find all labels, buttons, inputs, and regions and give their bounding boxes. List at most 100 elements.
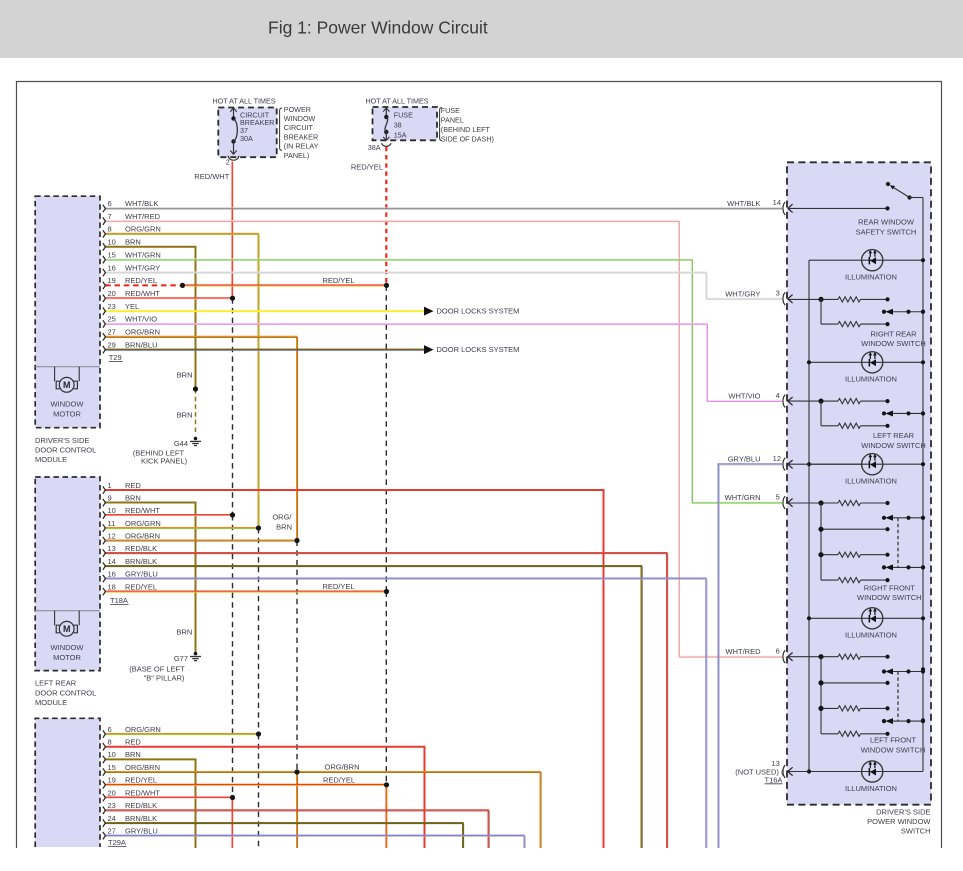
svg-text:14: 14 bbox=[773, 198, 781, 207]
svg-text:9: 9 bbox=[108, 493, 112, 502]
svg-text:T18A: T18A bbox=[110, 596, 128, 605]
svg-text:23: 23 bbox=[108, 801, 116, 810]
svg-text:SAFETY SWITCH: SAFETY SWITCH bbox=[856, 228, 917, 237]
svg-text:WHT/GRY: WHT/GRY bbox=[125, 263, 160, 272]
svg-text:RED/YEL: RED/YEL bbox=[351, 163, 383, 172]
svg-text:WINDOW: WINDOW bbox=[51, 400, 85, 409]
svg-text:15: 15 bbox=[108, 763, 116, 772]
svg-text:RED/YEL: RED/YEL bbox=[322, 276, 354, 285]
svg-text:ORG/GRN: ORG/GRN bbox=[125, 225, 161, 234]
svg-text:3: 3 bbox=[776, 289, 780, 298]
svg-text:KICK PANEL): KICK PANEL) bbox=[141, 456, 188, 465]
svg-text:G77: G77 bbox=[174, 654, 188, 663]
svg-text:GRY/BLU: GRY/BLU bbox=[125, 826, 158, 835]
svg-text:10: 10 bbox=[108, 238, 116, 247]
svg-text:HOT AT ALL TIMES: HOT AT ALL TIMES bbox=[365, 96, 428, 105]
svg-text:ILLUMINATION: ILLUMINATION bbox=[845, 631, 897, 640]
svg-text:15A: 15A bbox=[394, 131, 407, 140]
svg-text:RED/YEL: RED/YEL bbox=[125, 276, 157, 285]
svg-text:BRN: BRN bbox=[177, 371, 193, 380]
svg-text:RED/WHT: RED/WHT bbox=[125, 289, 160, 298]
svg-text:BRN: BRN bbox=[177, 411, 193, 420]
svg-text:LEFT REAR: LEFT REAR bbox=[873, 431, 915, 440]
svg-text:(BEHIND LEFT: (BEHIND LEFT bbox=[441, 125, 491, 134]
svg-text:(BASE OF LEFT: (BASE OF LEFT bbox=[129, 664, 185, 673]
svg-text:SIDE OF DASH): SIDE OF DASH) bbox=[441, 135, 494, 144]
svg-text:FUSE: FUSE bbox=[394, 111, 413, 120]
svg-text:LEFT FRONT: LEFT FRONT bbox=[870, 736, 917, 745]
svg-text:DOOR CONTROL: DOOR CONTROL bbox=[35, 446, 96, 455]
svg-text:BRN: BRN bbox=[125, 238, 141, 247]
svg-text:DRIVER'S SIDE: DRIVER'S SIDE bbox=[876, 808, 930, 817]
svg-text:MODULE: MODULE bbox=[35, 698, 67, 707]
svg-text:BRN/BLU: BRN/BLU bbox=[125, 340, 158, 349]
svg-text:BREAKER: BREAKER bbox=[284, 132, 318, 141]
svg-text:16: 16 bbox=[108, 569, 116, 578]
svg-text:YEL: YEL bbox=[125, 302, 139, 311]
svg-text:ORG/BRN: ORG/BRN bbox=[324, 763, 359, 772]
svg-text:PANEL: PANEL bbox=[441, 116, 464, 125]
svg-text:27: 27 bbox=[108, 328, 116, 337]
svg-text:12: 12 bbox=[773, 454, 781, 463]
svg-text:T16A: T16A bbox=[765, 775, 783, 784]
svg-text:38: 38 bbox=[394, 121, 402, 130]
svg-text:RIGHT FRONT: RIGHT FRONT bbox=[864, 583, 916, 592]
svg-text:ILLUMINATION: ILLUMINATION bbox=[845, 273, 897, 282]
svg-text:RED/YEL: RED/YEL bbox=[125, 776, 157, 785]
svg-text:12: 12 bbox=[108, 531, 116, 540]
svg-text:RED/WHT: RED/WHT bbox=[125, 788, 160, 797]
svg-text:G44: G44 bbox=[174, 439, 188, 448]
svg-text:20: 20 bbox=[108, 289, 116, 298]
svg-text:MODULE: MODULE bbox=[35, 455, 67, 464]
svg-text:RED/YEL: RED/YEL bbox=[125, 582, 157, 591]
svg-text:15: 15 bbox=[108, 250, 116, 259]
svg-text:20: 20 bbox=[108, 788, 116, 797]
svg-text:24: 24 bbox=[108, 814, 116, 823]
svg-text:DOOR LOCKS SYSTEM: DOOR LOCKS SYSTEM bbox=[437, 345, 520, 354]
svg-text:30A: 30A bbox=[240, 134, 253, 143]
svg-text:8: 8 bbox=[108, 738, 112, 747]
svg-text:ORG/GRN: ORG/GRN bbox=[125, 519, 161, 528]
svg-text:BRN: BRN bbox=[125, 493, 141, 502]
svg-text:10: 10 bbox=[108, 750, 116, 759]
svg-text:M: M bbox=[63, 380, 71, 390]
svg-text:WINDOW: WINDOW bbox=[284, 114, 316, 123]
svg-text:BRN/BLK: BRN/BLK bbox=[125, 814, 157, 823]
svg-text:MOTOR: MOTOR bbox=[53, 410, 81, 419]
svg-text:RED/BLK: RED/BLK bbox=[125, 544, 157, 553]
svg-text:M: M bbox=[63, 624, 71, 634]
svg-text:19: 19 bbox=[108, 276, 116, 285]
svg-text:REAR WINDOW: REAR WINDOW bbox=[858, 218, 915, 227]
svg-text:HOT AT ALL TIMES: HOT AT ALL TIMES bbox=[212, 96, 275, 105]
svg-text:DRIVER'S SIDE: DRIVER'S SIDE bbox=[35, 436, 89, 445]
svg-text:18: 18 bbox=[108, 582, 116, 591]
svg-text:ORG/: ORG/ bbox=[272, 513, 292, 522]
svg-text:ILLUMINATION: ILLUMINATION bbox=[845, 784, 897, 793]
svg-text:PANEL): PANEL) bbox=[284, 151, 309, 160]
svg-text:27: 27 bbox=[108, 826, 116, 835]
svg-text:RED/YEL: RED/YEL bbox=[323, 775, 355, 784]
svg-text:(IN RELAY: (IN RELAY bbox=[284, 142, 319, 151]
svg-text:WINDOW SWITCH: WINDOW SWITCH bbox=[857, 593, 922, 602]
svg-text:RED/BLK: RED/BLK bbox=[125, 801, 157, 810]
svg-text:BRN/BLK: BRN/BLK bbox=[125, 557, 157, 566]
svg-text:10: 10 bbox=[108, 506, 116, 515]
svg-text:WHT/BLK: WHT/BLK bbox=[727, 199, 760, 208]
svg-text:6: 6 bbox=[776, 647, 780, 656]
svg-text:ORG/BRN: ORG/BRN bbox=[125, 531, 160, 540]
svg-text:LEFT REAR: LEFT REAR bbox=[35, 679, 77, 688]
svg-text:RIGHT REAR: RIGHT REAR bbox=[870, 329, 917, 338]
svg-text:16: 16 bbox=[108, 263, 116, 272]
svg-text:RED/WHT: RED/WHT bbox=[125, 506, 160, 515]
svg-text:13: 13 bbox=[108, 544, 116, 553]
svg-text:7: 7 bbox=[108, 212, 112, 221]
svg-text:T29A: T29A bbox=[108, 838, 126, 847]
svg-text:RED/WHT: RED/WHT bbox=[194, 172, 229, 181]
svg-text:14: 14 bbox=[108, 557, 116, 566]
svg-text:6: 6 bbox=[108, 199, 112, 208]
svg-text:WHT/BLK: WHT/BLK bbox=[125, 199, 158, 208]
svg-text:BRN: BRN bbox=[176, 628, 192, 637]
svg-text:SWITCH: SWITCH bbox=[901, 827, 931, 836]
svg-text:WINDOW SWITCH: WINDOW SWITCH bbox=[861, 745, 926, 754]
svg-text:DOOR LOCKS SYSTEM: DOOR LOCKS SYSTEM bbox=[437, 307, 520, 316]
